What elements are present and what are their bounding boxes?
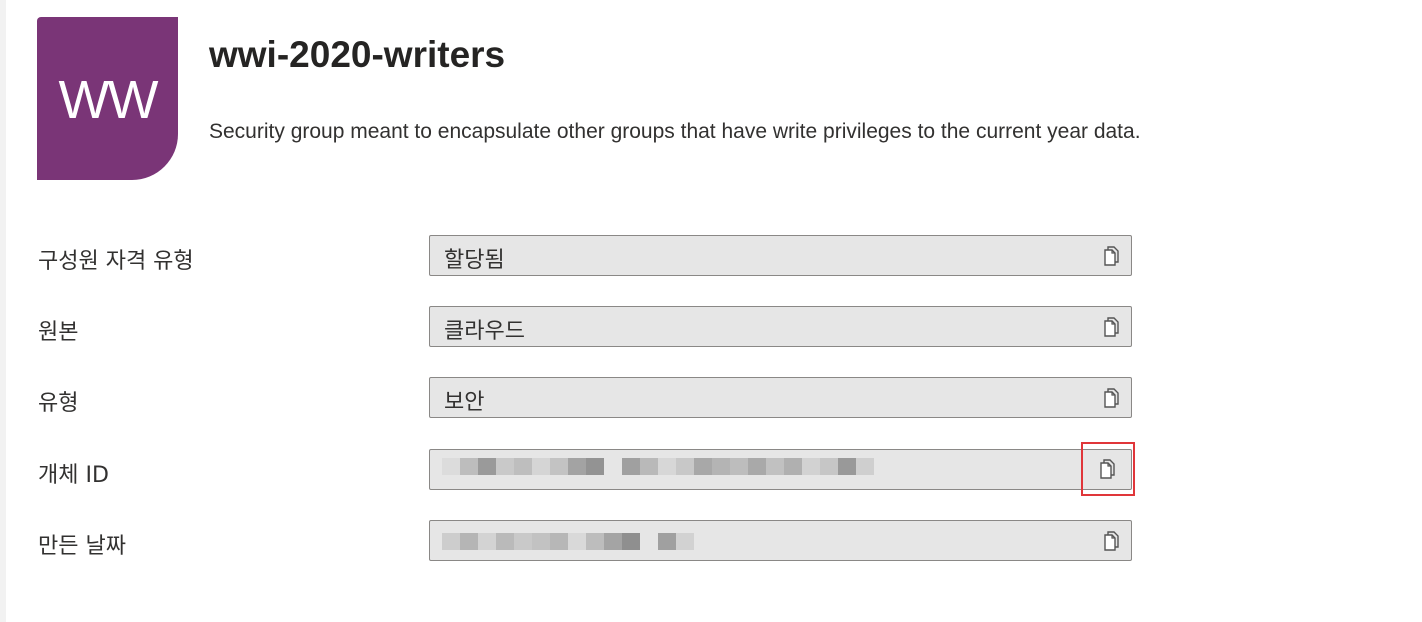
field-label-object-id: 개체 ID xyxy=(38,463,109,488)
copy-button-source[interactable] xyxy=(1101,316,1123,338)
group-name-title: wwi-2020-writers xyxy=(209,34,506,75)
copy-button-created-date[interactable] xyxy=(1101,530,1123,552)
copy-icon xyxy=(1104,317,1119,337)
copy-icon xyxy=(1104,388,1119,408)
copy-button-object-id[interactable] xyxy=(1081,442,1135,496)
field-label-created-date: 만든 날짜 xyxy=(38,534,126,559)
copy-button-membership-type[interactable] xyxy=(1101,245,1123,267)
copy-icon xyxy=(1104,246,1119,266)
field-box-source[interactable]: 클라우드 xyxy=(429,306,1132,347)
field-value-source: 클라우드 xyxy=(444,319,525,344)
group-description: Security group meant to encapsulate othe… xyxy=(209,120,1141,143)
field-value-type: 보안 xyxy=(444,390,485,415)
field-box-created-date[interactable] xyxy=(429,520,1132,561)
field-row-object-id: 개체 ID xyxy=(0,442,1200,496)
field-row-source: 원본 클라우드 xyxy=(0,306,1200,350)
field-label-membership-type: 구성원 자격 유형 xyxy=(38,249,194,274)
copy-icon xyxy=(1100,459,1115,479)
copy-icon xyxy=(1104,531,1119,551)
field-row-type: 유형 보안 xyxy=(0,377,1200,421)
field-row-membership-type: 구성원 자격 유형 할당됨 xyxy=(0,235,1200,279)
redacted-object-id xyxy=(442,458,874,475)
field-value-membership-type: 할당됨 xyxy=(444,248,505,273)
redacted-created-date xyxy=(442,533,694,550)
field-label-source: 원본 xyxy=(38,320,79,345)
avatar-initials: WW xyxy=(58,70,159,130)
copy-button-type[interactable] xyxy=(1101,387,1123,409)
field-label-type: 유형 xyxy=(38,391,79,416)
field-row-created-date: 만든 날짜 xyxy=(0,520,1200,564)
field-box-type[interactable]: 보안 xyxy=(429,377,1132,418)
field-box-membership-type[interactable]: 할당됨 xyxy=(429,235,1132,276)
group-avatar: WW xyxy=(37,17,178,180)
field-box-object-id[interactable] xyxy=(429,442,1135,496)
